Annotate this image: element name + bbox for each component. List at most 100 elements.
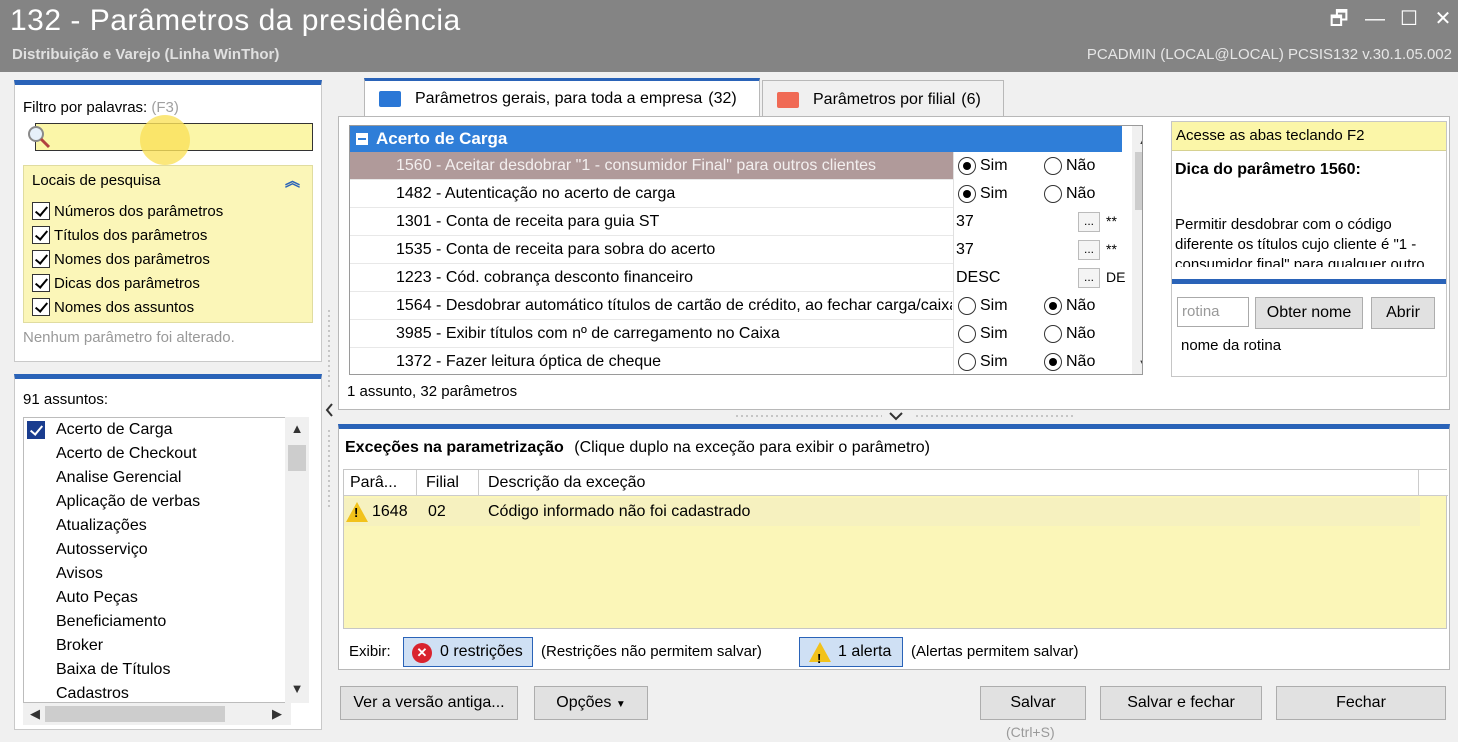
radio-yes[interactable]: Sim (958, 325, 1008, 343)
table-row[interactable]: 3985 - Exibir títulos com nº de carregam… (350, 320, 1133, 348)
checkbox-icon[interactable] (32, 250, 50, 268)
subjects-hscrollbar[interactable]: ◀ ▶ (23, 703, 291, 725)
param-extra: DE (1106, 269, 1126, 285)
obter-nome-button[interactable]: Obter nome (1255, 297, 1363, 329)
subjects-scrollbar[interactable]: ▲ ▼ (285, 417, 309, 703)
vertical-splitter[interactable] (323, 300, 335, 520)
restore-icon[interactable]: 🗗 (1326, 6, 1352, 32)
scroll-thumb[interactable] (1135, 152, 1142, 210)
option-subject-names[interactable]: Nomes dos assuntos (32, 296, 194, 318)
checkbox-icon[interactable] (32, 226, 50, 244)
radio-yes[interactable]: Sim (958, 157, 1008, 175)
radio-yes[interactable]: Sim (958, 297, 1008, 315)
table-row[interactable]: 1535 - Conta de receita para sobra do ac… (350, 236, 1133, 264)
column-header[interactable]: Descrição da exceção (488, 474, 645, 492)
radio-icon[interactable] (958, 353, 976, 371)
abrir-button[interactable]: Abrir (1371, 297, 1435, 329)
table-row[interactable]: 1223 - Cód. cobrança desconto financeiro… (350, 264, 1133, 292)
param-value[interactable]: 37 ... ** (953, 208, 1133, 236)
list-item[interactable]: Acerto de Checkout (24, 442, 290, 466)
radio-icon[interactable] (958, 297, 976, 315)
scroll-up-icon[interactable]: ▲ (287, 421, 307, 436)
parameters-panel: Acerto de Carga 1560 - Aceitar desdobrar… (338, 116, 1450, 410)
option-param-titles[interactable]: Títulos dos parâmetros (32, 224, 207, 246)
radio-icon[interactable] (1044, 325, 1062, 343)
table-row[interactable]: 1482 - Autenticação no acerto de carga S… (350, 180, 1133, 208)
checkbox-icon[interactable] (32, 202, 50, 220)
option-param-hints[interactable]: Dicas dos parâmetros (32, 272, 200, 294)
list-item[interactable]: Avisos (24, 562, 290, 586)
radio-icon[interactable] (1044, 297, 1062, 315)
radio-no[interactable]: Não (1044, 297, 1095, 315)
table-row[interactable]: 1648 02 Código informado não foi cadastr… (344, 498, 1420, 526)
list-item[interactable]: Cadastros (24, 682, 290, 702)
column-header[interactable]: Filial (426, 474, 459, 492)
collapse-icon[interactable]: ︽ (285, 170, 300, 191)
list-item[interactable]: Aplicação de verbas (24, 490, 290, 514)
radio-no[interactable]: Não (1044, 185, 1095, 203)
scroll-thumb[interactable] (288, 445, 306, 471)
param-text-value[interactable]: DESC (956, 269, 1000, 287)
list-item[interactable]: Autosserviço (24, 538, 290, 562)
lookup-button[interactable]: ... (1078, 268, 1100, 288)
save-button[interactable]: Salvar (980, 686, 1086, 720)
scroll-right-icon[interactable]: ▶ (267, 706, 287, 722)
collapse-icon[interactable] (356, 133, 368, 145)
scroll-left-icon[interactable]: ◀ (25, 706, 45, 722)
radio-icon[interactable] (958, 185, 976, 203)
maximize-icon[interactable]: ☐ (1396, 6, 1422, 32)
table-row[interactable]: 1560 - Aceitar desdobrar "1 - consumidor… (350, 152, 1133, 180)
radio-icon[interactable] (958, 157, 976, 175)
subjects-list: Acerto de Carga Acerto de Checkout Anali… (23, 417, 291, 703)
old-version-button[interactable]: Ver a versão antiga... (340, 686, 518, 720)
param-text-value[interactable]: 37 (956, 213, 974, 231)
scroll-thumb[interactable] (45, 706, 225, 722)
column-header[interactable]: Parâ... (350, 474, 397, 492)
list-item[interactable]: Acerto de Carga (24, 418, 290, 442)
list-item[interactable]: Auto Peças (24, 586, 290, 610)
scroll-down-icon[interactable]: ▼ (287, 681, 307, 696)
list-item[interactable]: Atualizações (24, 514, 290, 538)
radio-icon[interactable] (1044, 185, 1062, 203)
lookup-button[interactable]: ... (1078, 212, 1100, 232)
checkbox-icon[interactable] (32, 298, 50, 316)
tab-by-branch[interactable]: Parâmetros por filial (6) (762, 80, 1004, 118)
radio-yes[interactable]: Sim (958, 353, 1008, 371)
radio-icon[interactable] (1044, 353, 1062, 371)
option-param-numbers[interactable]: Números dos parâmetros (32, 200, 223, 222)
list-item[interactable]: Beneficiamento (24, 610, 290, 634)
option-param-names[interactable]: Nomes dos parâmetros (32, 248, 210, 270)
radio-no[interactable]: Não (1044, 353, 1095, 371)
table-row[interactable]: 1372 - Fazer leitura óptica de cheque Si… (350, 348, 1133, 374)
restrictions-toggle[interactable]: ✕ 0 restrições (403, 637, 533, 667)
alerts-toggle[interactable]: 1 alerta (799, 637, 903, 673)
rotina-input[interactable]: rotina (1177, 297, 1249, 327)
radio-icon[interactable] (1044, 157, 1062, 175)
lookup-button[interactable]: ... (1078, 240, 1100, 260)
radio-no[interactable]: Não (1044, 157, 1095, 175)
grid-scrollbar[interactable]: ▲ ▼ (1132, 126, 1142, 374)
table-row[interactable]: 1301 - Conta de receita para guia ST 37 … (350, 208, 1133, 236)
save-close-button[interactable]: Salvar e fechar (1100, 686, 1262, 720)
radio-no[interactable]: Não (1044, 325, 1095, 343)
checkbox-icon[interactable] (27, 421, 45, 439)
close-button[interactable]: Fechar (1276, 686, 1446, 720)
list-item[interactable]: Baixa de Títulos (24, 658, 290, 682)
list-item[interactable]: Analise Gerencial (24, 466, 290, 490)
group-header[interactable]: Acerto de Carga (350, 126, 1122, 152)
scroll-up-icon[interactable]: ▲ (1134, 132, 1142, 147)
scroll-down-icon[interactable]: ▼ (1134, 356, 1142, 371)
checkbox-icon[interactable] (32, 274, 50, 292)
radio-yes[interactable]: Sim (958, 185, 1008, 203)
minimize-icon[interactable]: — (1362, 6, 1388, 32)
param-value[interactable]: 37 ... ** (953, 236, 1133, 264)
param-text-value[interactable]: 37 (956, 241, 974, 259)
close-icon[interactable]: ✕ (1430, 6, 1456, 32)
table-row[interactable]: 1564 - Desdobrar automático títulos de c… (350, 292, 1133, 320)
list-item[interactable]: Broker (24, 634, 290, 658)
param-value[interactable]: DESC ... DE (953, 264, 1133, 292)
tab-general[interactable]: Parâmetros gerais, para toda a empresa (… (364, 78, 760, 116)
horizontal-splitter[interactable] (732, 410, 1080, 422)
radio-icon[interactable] (958, 325, 976, 343)
options-button[interactable]: Opções ▼ (534, 686, 648, 720)
